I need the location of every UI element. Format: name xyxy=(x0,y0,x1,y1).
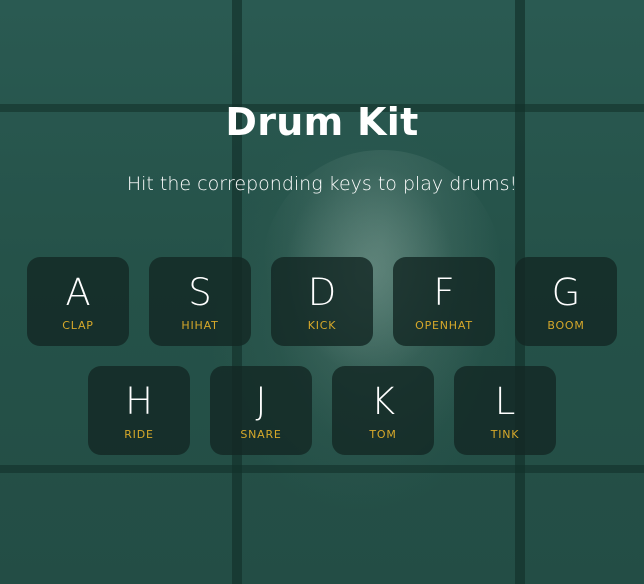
drum-key-l[interactable]: L TINK xyxy=(454,366,556,455)
keys-row-bottom: H RIDE J SNARE K TOM L TINK xyxy=(0,366,644,455)
key-sound-label: KICK xyxy=(307,319,337,332)
drum-kit-app: Drum Kit Hit the correponding keys to pl… xyxy=(0,0,644,584)
drum-key-k[interactable]: K TOM xyxy=(332,366,434,455)
page-subtitle: Hit the correponding keys to play drums! xyxy=(126,173,518,195)
page-title: Drum Kit xyxy=(225,100,419,144)
key-letter: A xyxy=(65,271,91,314)
key-letter: L xyxy=(494,380,516,423)
drum-key-f[interactable]: F OPENHAT xyxy=(393,257,495,346)
drum-key-a[interactable]: A CLAP xyxy=(27,257,129,346)
key-letter: J xyxy=(255,380,267,423)
key-letter: S xyxy=(188,271,212,314)
key-letter: D xyxy=(307,271,337,314)
key-sound-label: OPENHAT xyxy=(415,319,473,332)
drum-key-d[interactable]: D KICK xyxy=(271,257,373,346)
key-letter: K xyxy=(370,380,396,423)
key-letter: G xyxy=(551,271,581,314)
key-sound-label: CLAP xyxy=(62,319,94,332)
keys-row-top: A CLAP S HIHAT D KICK F OPENHAT G BOOM xyxy=(0,257,644,346)
drum-key-h[interactable]: H RIDE xyxy=(88,366,190,455)
key-letter: H xyxy=(125,380,153,423)
drum-key-j[interactable]: J SNARE xyxy=(210,366,312,455)
key-sound-label: TOM xyxy=(369,428,397,441)
key-sound-label: TINK xyxy=(490,428,520,441)
key-sound-label: HIHAT xyxy=(181,319,219,332)
key-sound-label: SNARE xyxy=(240,428,282,441)
key-sound-label: RIDE xyxy=(124,428,154,441)
key-sound-label: BOOM xyxy=(547,319,585,332)
drum-key-s[interactable]: S HIHAT xyxy=(149,257,251,346)
key-letter: F xyxy=(433,271,455,314)
drum-key-g[interactable]: G BOOM xyxy=(515,257,617,346)
